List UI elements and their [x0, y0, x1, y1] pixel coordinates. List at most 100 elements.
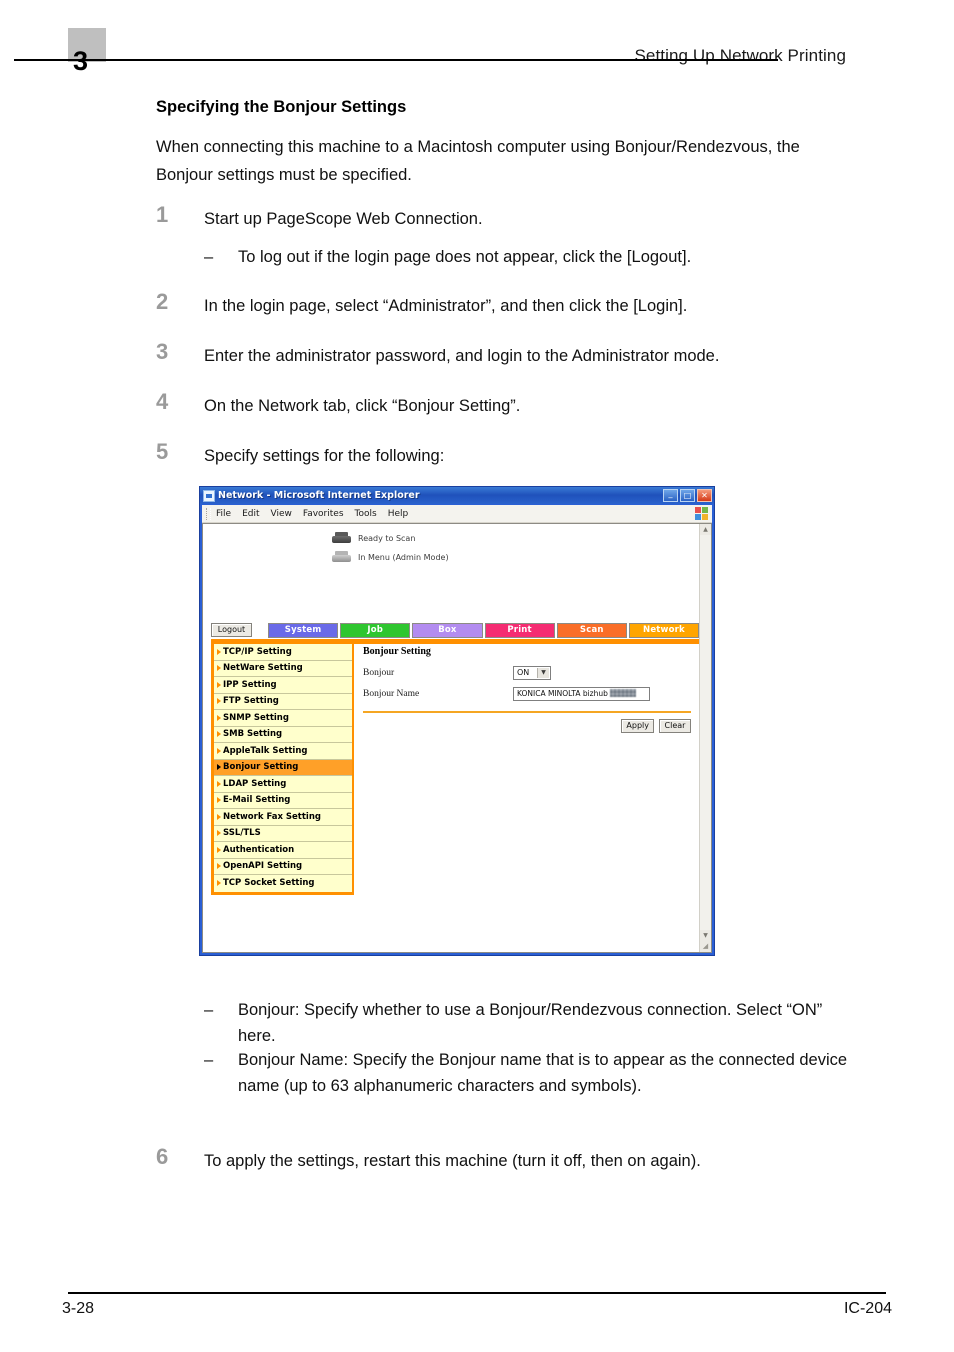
browser-menubar: File Edit View Favorites Tools Help: [202, 505, 712, 523]
sidebar-item-ftp-setting[interactable]: FTP Setting: [214, 694, 352, 710]
menu-file[interactable]: File: [216, 509, 231, 519]
sidebar-item-email-setting[interactable]: E-Mail Setting: [214, 793, 352, 809]
sidebar-item-tcpip-setting[interactable]: TCP/IP Setting: [214, 644, 352, 661]
minimize-button[interactable]: [663, 489, 678, 502]
tab-print[interactable]: Print: [484, 622, 555, 638]
tab-job[interactable]: Job: [340, 622, 411, 638]
sidebar-item-bonjour-setting[interactable]: Bonjour Setting: [214, 759, 352, 776]
minimize-icon: [664, 490, 677, 501]
browser-window-title: Network - Microsoft Internet Explorer: [218, 490, 420, 501]
sidebar-item-netware-setting[interactable]: NetWare Setting: [214, 661, 352, 677]
scroll-down-arrow-icon[interactable]: ▼: [700, 930, 711, 941]
bullet-bonjour-name-text: Bonjour Name: Specify the Bonjour name t…: [238, 1051, 848, 1095]
page-header: 3 Setting Up Network Printing: [68, 28, 846, 75]
menu-help[interactable]: Help: [388, 509, 409, 519]
step-text: Start up PageScope Web Connection.: [204, 210, 483, 228]
sidebar-item-label: Bonjour Setting: [223, 762, 299, 772]
device-status-block: Ready to Scan In Menu (Admin Mode): [331, 530, 449, 568]
sidebar-item-ssl-tls[interactable]: SSL/TLS: [214, 826, 352, 842]
sidebar-item-label: TCP/IP Setting: [223, 646, 292, 657]
tab-scan[interactable]: Scan: [556, 622, 627, 638]
step-number: 5: [156, 439, 169, 464]
bullet-arrow-icon: [217, 830, 221, 837]
step-text: Enter the administrator password, and lo…: [204, 347, 720, 365]
sidebar-item-smb-setting[interactable]: SMB Setting: [214, 727, 352, 743]
bullet-arrow-icon: [217, 780, 221, 787]
main-tab-strip: Logout System Job Box Print Scan Network: [211, 622, 700, 638]
menu-view[interactable]: View: [271, 509, 292, 519]
bullet-arrow-icon: [217, 648, 221, 655]
status-row: Ready to Scan: [331, 530, 449, 547]
tab-box[interactable]: Box: [412, 622, 483, 638]
sidebar-item-snmp-setting[interactable]: SNMP Setting: [214, 710, 352, 727]
resize-grip-icon[interactable]: ◢: [700, 941, 711, 952]
status-text: In Menu (Admin Mode): [358, 553, 449, 562]
close-button[interactable]: [697, 489, 712, 502]
menu-favorites[interactable]: Favorites: [303, 509, 344, 519]
bonjour-name-label: Bonjour Name: [363, 688, 420, 699]
bonjour-label: Bonjour: [363, 667, 395, 678]
tab-system[interactable]: System: [268, 622, 339, 638]
sidebar-item-label: OpenAPI Setting: [223, 861, 303, 871]
network-sidebar-menu: TCP/IP Setting NetWare Setting IPP Setti…: [211, 644, 354, 895]
step-number: 4: [156, 389, 169, 414]
bullet-arrow-icon: [217, 846, 221, 853]
chapter-number: 3: [73, 46, 89, 76]
sidebar-item-label: E-Mail Setting: [223, 795, 291, 805]
sidebar-item-label: Network Fax Setting: [223, 811, 321, 822]
intro-paragraph: When connecting this machine to a Macint…: [156, 138, 800, 184]
maximize-button[interactable]: [680, 489, 695, 502]
clear-button[interactable]: Clear: [659, 719, 691, 733]
windows-flag-icon: [695, 507, 709, 521]
bonjour-name-input[interactable]: KONICA MINOLTA bizhub: [513, 686, 650, 701]
sidebar-item-label: SSL/TLS: [223, 828, 261, 838]
apply-button[interactable]: Apply: [621, 719, 654, 733]
maximize-icon: [681, 490, 694, 501]
sidebar-item-openapi-setting[interactable]: OpenAPI Setting: [214, 859, 352, 875]
step-number: 2: [156, 289, 169, 314]
bullet-arrow-icon: [217, 813, 221, 820]
footer-product-code: IC-204: [843, 1300, 892, 1317]
header-divider: [14, 59, 778, 61]
menubar-grip[interactable]: [206, 507, 211, 520]
bonjour-select[interactable]: ON ▼: [513, 665, 551, 680]
step-number: 6: [156, 1144, 169, 1169]
sidebar-item-label: NetWare Setting: [223, 663, 303, 673]
bullet-arrow-icon: [217, 747, 221, 754]
sidebar-item-tcp-socket-setting[interactable]: TCP Socket Setting: [214, 875, 352, 892]
menu-edit[interactable]: Edit: [242, 509, 259, 519]
bullet-arrow-icon: [217, 665, 221, 672]
vertical-scrollbar[interactable]: ▲ ▼ ◢: [699, 524, 711, 952]
dash-marker: –: [204, 1051, 214, 1069]
menu-tools[interactable]: Tools: [355, 509, 377, 519]
bonjour-select-value: ON: [517, 667, 530, 677]
chevron-down-icon: ▼: [537, 667, 549, 678]
redacted-model-text: [610, 688, 637, 697]
step-number: 1: [156, 202, 169, 227]
step-text: To apply the settings, restart this mach…: [204, 1152, 701, 1170]
sidebar-item-label: AppleTalk Setting: [223, 745, 308, 756]
bullet-arrow-icon: [217, 764, 221, 771]
bullet-bonjour-text: Bonjour: Specify whether to use a Bonjou…: [238, 1001, 823, 1045]
sidebar-item-network-fax-setting[interactable]: Network Fax Setting: [214, 809, 352, 826]
sidebar-item-ldap-setting[interactable]: LDAP Setting: [214, 776, 352, 793]
panel-divider: [363, 711, 691, 713]
scroll-up-arrow-icon[interactable]: ▲: [700, 524, 711, 535]
sidebar-item-label: TCP Socket Setting: [223, 878, 315, 888]
close-icon: [698, 490, 711, 501]
bonjour-field-row: Bonjour ON ▼: [363, 663, 691, 682]
logout-button[interactable]: Logout: [211, 623, 252, 637]
sidebar-item-appletalk-setting[interactable]: AppleTalk Setting: [214, 743, 352, 760]
status-text: Ready to Scan: [358, 534, 416, 543]
sidebar-item-authentication[interactable]: Authentication: [214, 842, 352, 859]
dash-marker: –: [204, 1001, 214, 1019]
bullet-arrow-icon: [217, 797, 221, 804]
bullet-arrow-icon: [217, 880, 221, 887]
page-header-title: Setting Up Network Printing: [634, 46, 846, 65]
tab-network[interactable]: Network: [628, 622, 700, 638]
bullet-arrow-icon: [217, 681, 221, 688]
bonjour-setting-panel: Bonjour Setting Bonjour ON ▼ Bonjour Nam…: [363, 646, 691, 733]
section-title: Specifying the Bonjour Settings: [156, 98, 407, 116]
printer-icon: [331, 532, 352, 545]
sidebar-item-ipp-setting[interactable]: IPP Setting: [214, 677, 352, 694]
